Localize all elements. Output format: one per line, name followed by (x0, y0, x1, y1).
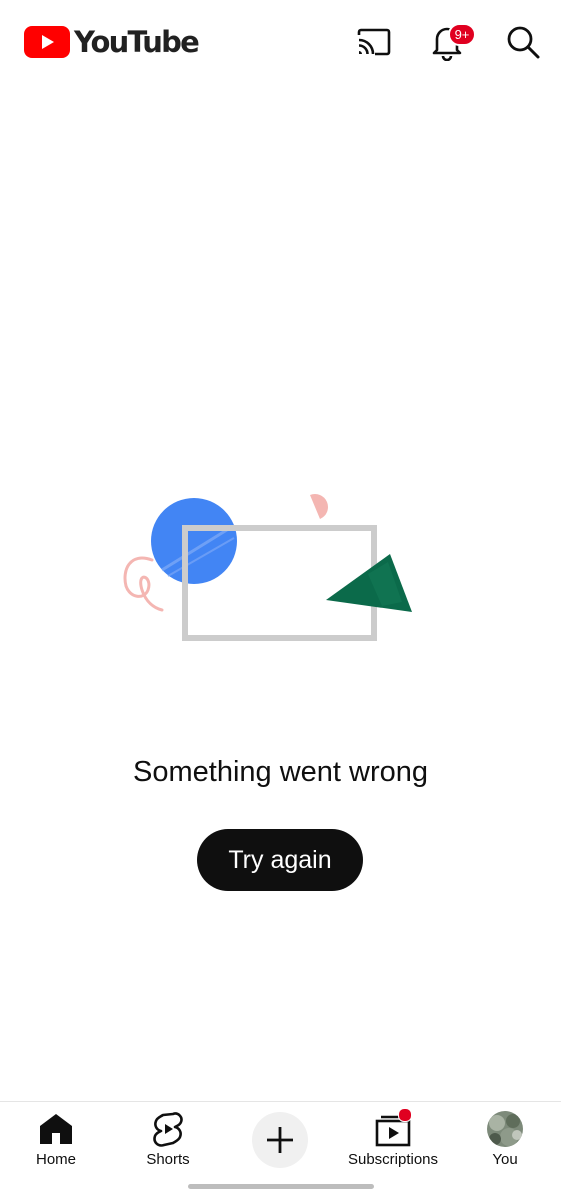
cast-icon (357, 28, 391, 56)
nav-label-you: You (492, 1151, 518, 1168)
error-message: Something went wrong (133, 756, 428, 788)
home-icon (40, 1114, 72, 1144)
cast-button[interactable] (354, 22, 394, 62)
nav-item-subscriptions[interactable]: Subscriptions (338, 1102, 448, 1182)
top-app-bar: YouTube 9+ (0, 0, 561, 84)
green-triangle-shape (326, 554, 412, 612)
nav-label-subscriptions: Subscriptions (347, 1151, 439, 1168)
subscriptions-new-dot (398, 1108, 412, 1122)
nav-item-you[interactable]: You (474, 1102, 536, 1182)
shorts-icon (153, 1112, 183, 1147)
avatar-wrap (486, 1110, 524, 1148)
notification-count-badge: 9+ (448, 23, 476, 46)
nav-label-shorts: Shorts (146, 1151, 190, 1168)
home-icon-wrap (37, 1110, 75, 1148)
blue-circle-shape (151, 498, 237, 584)
youtube-play-logo-icon (24, 26, 70, 58)
pink-squiggle-shape (123, 556, 164, 612)
nav-item-shorts[interactable]: Shorts (128, 1102, 208, 1182)
create-button[interactable] (252, 1112, 308, 1168)
nav-item-home[interactable]: Home (16, 1102, 96, 1182)
youtube-wordmark: YouTube (74, 25, 200, 59)
pink-half-circle-shape (310, 494, 328, 519)
nav-label-home: Home (35, 1151, 76, 1168)
error-illustration (123, 494, 412, 641)
avatar (487, 1111, 523, 1147)
youtube-logo[interactable]: YouTube (24, 25, 200, 59)
shorts-icon-wrap (149, 1110, 187, 1148)
system-home-indicator[interactable] (188, 1184, 374, 1189)
try-again-button[interactable]: Try again (197, 829, 363, 891)
create-plus-icon (267, 1127, 293, 1153)
search-icon (507, 26, 540, 59)
search-button[interactable] (503, 22, 543, 62)
